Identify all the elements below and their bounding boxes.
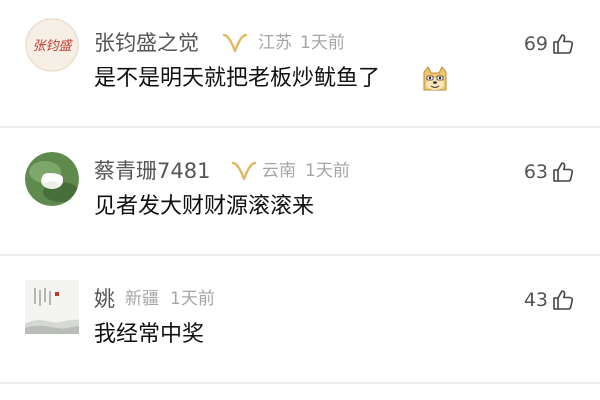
comment-text: 我经常中奖 <box>94 322 205 347</box>
divider <box>0 382 600 384</box>
like-count: 63 <box>523 161 548 183</box>
vip-badge-icon <box>231 161 257 181</box>
doge-emoji-icon <box>423 66 447 91</box>
comment-list: 张钧盛 张钧盛之觉 江苏 1天前 是不是明天就把老板炒鱿鱼了 69 蔡青珊748… <box>0 0 600 400</box>
location-label: 云南 <box>262 161 296 181</box>
thumbs-up-icon <box>552 33 574 55</box>
like-button[interactable]: 69 <box>524 32 574 56</box>
avatar-text: 张钧盛 <box>32 39 73 54</box>
avatar-image <box>25 152 79 206</box>
timestamp: 1天前 <box>300 33 345 53</box>
comment-item: 蔡青珊7481 云南 1天前 见者发大财财源滚滚来 63 <box>0 128 600 256</box>
avatar[interactable] <box>25 280 79 334</box>
comment-item: 张钧盛 张钧盛之觉 江苏 1天前 是不是明天就把老板炒鱿鱼了 69 <box>0 0 600 128</box>
like-count: 43 <box>523 289 548 311</box>
comment-text: 是不是明天就把老板炒鱿鱼了 <box>94 66 381 91</box>
thumbs-up-icon <box>552 161 574 183</box>
location-label: 新疆 <box>125 289 159 309</box>
avatar-image <box>25 280 79 334</box>
like-count: 69 <box>523 33 548 55</box>
avatar-image: 张钧盛 <box>25 18 79 72</box>
timestamp: 1天前 <box>170 289 215 309</box>
location-label: 江苏 <box>258 33 292 53</box>
comment-item: 姚 新疆 1天前 我经常中奖 43 <box>0 256 600 384</box>
vip-badge-icon <box>222 33 248 53</box>
username[interactable]: 张钧盛之觉 <box>94 30 199 56</box>
avatar[interactable] <box>25 152 79 206</box>
like-button[interactable]: 43 <box>524 288 574 312</box>
avatar[interactable]: 张钧盛 <box>25 18 79 72</box>
thumbs-up-icon <box>552 289 574 311</box>
username[interactable]: 姚 <box>94 286 115 312</box>
timestamp: 1天前 <box>305 161 350 181</box>
like-button[interactable]: 63 <box>524 160 574 184</box>
username[interactable]: 蔡青珊7481 <box>94 158 210 184</box>
comment-text: 见者发大财财源滚滚来 <box>94 194 315 219</box>
